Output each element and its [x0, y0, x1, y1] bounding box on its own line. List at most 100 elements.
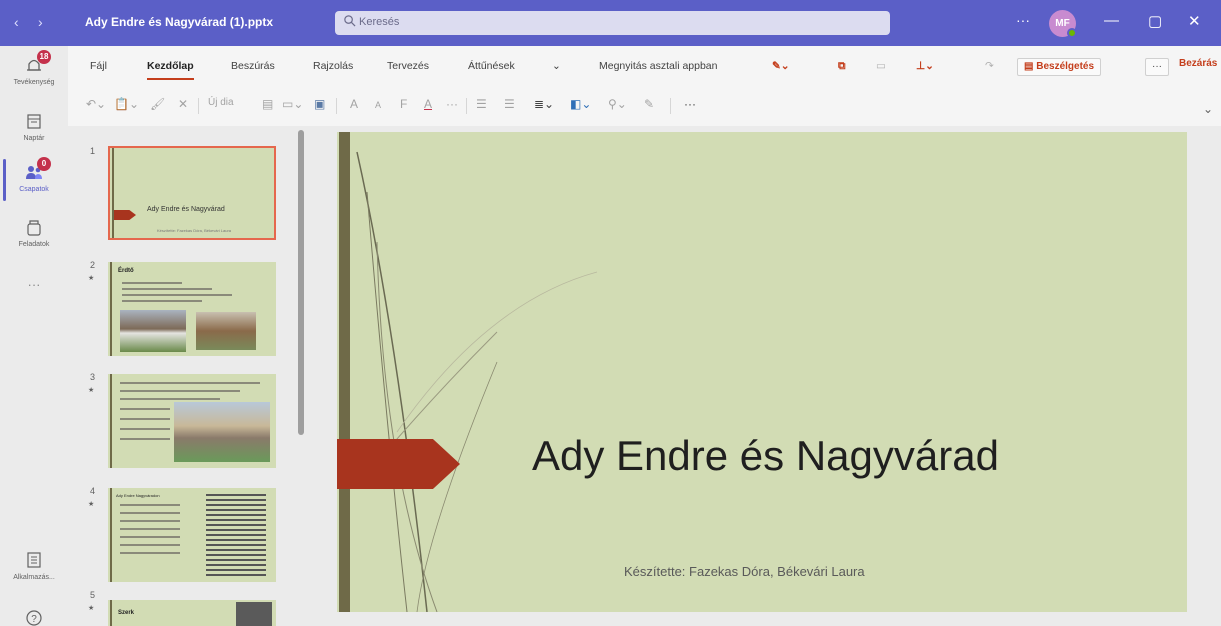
slide-number: 4: [90, 486, 96, 496]
rail-item-apps[interactable]: Alkalmazás...: [0, 551, 68, 581]
portrait-photo: [236, 602, 272, 626]
close-window-button[interactable]: ✕: [1188, 12, 1201, 30]
presence-status-icon: [1067, 28, 1077, 38]
more-tabs-dropdown[interactable]: ⌄: [552, 60, 561, 72]
more-icon: ···: [27, 277, 41, 292]
new-slide-button[interactable]: Új dia: [208, 97, 234, 108]
animation-star-icon: ★: [88, 387, 95, 394]
thumbnail-accent-bar: [112, 148, 114, 238]
font-more-button[interactable]: ···: [446, 97, 458, 111]
conversation-button[interactable]: ▤ Beszélgetés: [1017, 58, 1102, 76]
text-line: [120, 428, 170, 430]
close-file-button[interactable]: Bezárás: [1179, 58, 1217, 69]
thumbnail-heading: Szerk: [118, 610, 135, 616]
tab-draw[interactable]: Rajzolás: [313, 60, 353, 72]
slide-subtitle[interactable]: Készítette: Fazekas Dóra, Békevári Laura: [624, 564, 865, 579]
separator: [198, 98, 199, 114]
ribbon: Fájl Kezdőlap Beszúrás Rajzolás Tervezés…: [68, 46, 1221, 126]
text-line: [120, 418, 170, 420]
separator: [336, 98, 337, 114]
numbering-icon[interactable]: ☰: [504, 97, 515, 111]
rail-item-calendar[interactable]: Naptár: [0, 112, 68, 142]
pen-icon[interactable]: ✎⌄: [772, 60, 790, 72]
rail-label: Alkalmazás...: [13, 574, 55, 581]
present-icon[interactable]: ⊥⌄: [916, 60, 934, 72]
thumbnails-scrollbar[interactable]: [298, 130, 304, 435]
comment-icon[interactable]: ▭: [876, 60, 886, 72]
text-line: [120, 398, 220, 400]
format-painter-button[interactable]: 🖌: [150, 97, 165, 111]
rail-item-help[interactable]: ?: [0, 608, 68, 626]
square-photo: [174, 402, 270, 462]
rail-label: Csapatok: [19, 186, 49, 193]
animation-star-icon: ★: [88, 275, 95, 282]
section-icon[interactable]: ▭⌄: [282, 97, 303, 111]
slide-canvas[interactable]: Ady Endre és Nagyvárad Készítette: Fazek…: [337, 132, 1187, 612]
app-rail: 18 Tevékenység Naptár 0 Csapatok Feladat…: [0, 46, 68, 626]
avatar[interactable]: MF: [1049, 10, 1077, 38]
slide-thumbnails-panel: 1 Ady Endre és Nagyvárad Készítette: Faz…: [68, 128, 308, 626]
rail-item-activity[interactable]: 18 Tevékenység: [0, 50, 68, 86]
tab-insert[interactable]: Beszúrás: [231, 60, 275, 72]
rail-item-teams[interactable]: 0 Csapatok: [0, 157, 68, 193]
cut-button[interactable]: ✕: [178, 97, 188, 111]
reply-icon[interactable]: ↷: [985, 60, 994, 72]
open-desktop-app-button[interactable]: Megnyitás asztali appban: [599, 60, 718, 72]
tab-design[interactable]: Tervezés: [387, 60, 429, 72]
share-icon[interactable]: ⧉: [838, 60, 846, 73]
text-line: [120, 382, 260, 384]
tab-home[interactable]: Kezdőlap: [147, 60, 194, 80]
font-color-button[interactable]: A: [424, 97, 432, 111]
bullets-icon[interactable]: ☰: [476, 97, 487, 111]
find-icon[interactable]: ⚲⌄: [608, 97, 627, 111]
tab-transitions[interactable]: Áttűnések: [468, 60, 515, 72]
text-line: [122, 294, 232, 296]
svg-text:?: ?: [31, 614, 37, 625]
undo-button[interactable]: ↶⌄: [86, 97, 106, 111]
apps-icon: [23, 551, 45, 571]
slide-thumbnail-2[interactable]: Érdtő: [108, 262, 276, 356]
slide-thumbnail-5[interactable]: Szerk: [108, 600, 276, 626]
image-icon[interactable]: ▣: [314, 97, 325, 111]
forward-icon[interactable]: ›: [38, 14, 43, 30]
slide-thumbnail-3[interactable]: [108, 374, 276, 468]
more-options-button[interactable]: ···: [1016, 12, 1030, 28]
search-input[interactable]: Keresés: [335, 11, 890, 35]
animation-star-icon: ★: [88, 501, 95, 508]
house-photo: [120, 310, 186, 352]
thumbnail-accent-bar: [110, 488, 112, 582]
expand-ribbon-icon[interactable]: ⌄: [1203, 102, 1213, 116]
font-shrink-button[interactable]: A: [375, 100, 381, 110]
thumbnail-heading: Érdtő: [118, 268, 134, 274]
text-column: [206, 494, 266, 576]
slide-thumbnail-1[interactable]: Ady Endre és Nagyvárad Készítette: Fazek…: [108, 146, 276, 240]
text-line: [122, 288, 212, 290]
slide-number: 3: [90, 372, 96, 382]
rail-label: Tevékenység: [13, 79, 55, 86]
slide-title[interactable]: Ady Endre és Nagyvárad: [532, 432, 1172, 480]
conversation-label: Beszélgetés: [1036, 61, 1095, 72]
back-icon[interactable]: ‹: [14, 14, 19, 30]
building-photo: [196, 312, 256, 350]
ribbon-tabs: Fájl Kezdőlap Beszúrás Rajzolás Tervezés…: [68, 46, 1221, 86]
text-line: [120, 552, 180, 554]
thumbnail-accent-bar: [110, 374, 112, 468]
tab-file[interactable]: Fájl: [90, 60, 107, 72]
slide-number: 1: [90, 146, 96, 156]
rail-item-tasks[interactable]: Feladatok: [0, 218, 68, 248]
paste-button[interactable]: 📋⌄: [114, 97, 139, 111]
align-icon[interactable]: ≣⌄: [534, 97, 554, 111]
bold-button[interactable]: F: [400, 97, 407, 111]
rail-item-more[interactable]: ···: [0, 274, 68, 292]
toolbar-more-button[interactable]: ···: [684, 97, 696, 111]
layout-icon[interactable]: ▤: [262, 97, 273, 111]
slide-thumbnail-4[interactable]: Ady Endre Nagyváradon: [108, 488, 276, 582]
editor-icon[interactable]: ✎: [644, 97, 654, 111]
maximize-button[interactable]: ▢: [1148, 12, 1162, 30]
font-grow-button[interactable]: A: [350, 97, 358, 111]
chat-icon: ▤: [1024, 61, 1037, 72]
thumbnail-title: Ady Endre és Nagyvárad: [147, 206, 225, 213]
shapes-icon[interactable]: ◧⌄: [570, 97, 591, 111]
minimize-button[interactable]: —: [1104, 12, 1119, 29]
ribbon-more-button[interactable]: ···: [1145, 58, 1169, 76]
